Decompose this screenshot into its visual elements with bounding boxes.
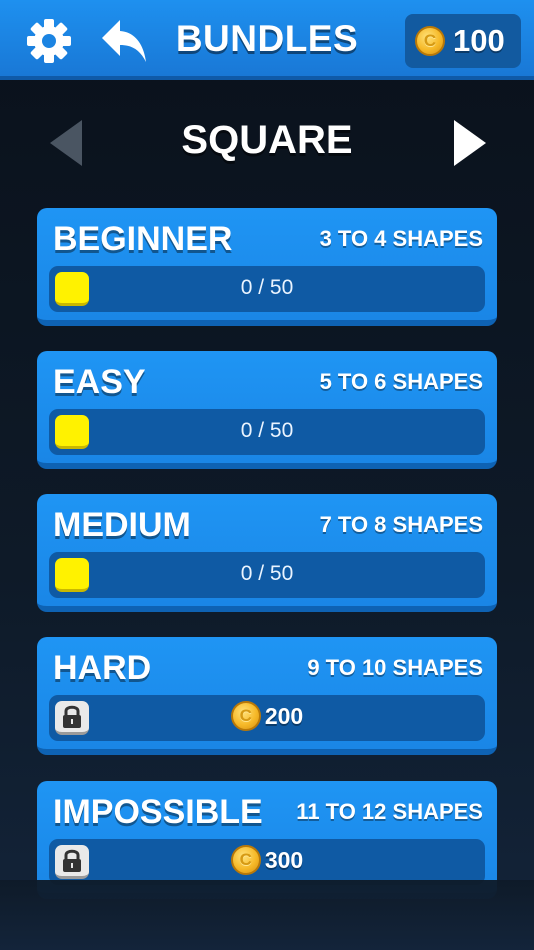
coin-icon: C <box>230 845 261 875</box>
progress-bar: 0 / 50 <box>49 552 485 598</box>
bundle-name: IMPOSSIBLE <box>53 793 263 831</box>
unlock-price: C 200 <box>49 701 485 731</box>
bundle-name: MEDIUM <box>53 506 191 544</box>
page-title: BUNDLES <box>175 18 359 59</box>
unlock-price: C 300 <box>49 845 485 875</box>
top-bar: BUNDLES C 100 <box>0 0 534 80</box>
progress-text: 0 / 50 <box>240 562 294 585</box>
chevron-right-icon[interactable] <box>450 118 490 168</box>
progress-text: 0 / 50 <box>240 419 294 442</box>
unlock-bar[interactable]: C 200 <box>49 695 485 741</box>
bundle-shapes: 11 TO 12 SHAPES <box>296 799 483 824</box>
coin-icon: C <box>230 701 261 731</box>
coin-icon: C <box>415 26 445 56</box>
bundle-name: BEGINNER <box>53 220 233 258</box>
progress-bar: 0 / 50 <box>49 409 485 455</box>
progress-text: 0 / 50 <box>240 276 294 299</box>
bundle-card-easy[interactable]: EASY 5 TO 6 SHAPES 0 / 50 <box>37 351 497 469</box>
category-title: SQUARE <box>181 118 353 162</box>
bundle-card-medium[interactable]: MEDIUM 7 TO 8 SHAPES 0 / 50 <box>37 494 497 612</box>
bundle-card-hard[interactable]: HARD 9 TO 10 SHAPES C 200 <box>37 637 497 755</box>
coin-amount: 100 <box>453 23 505 58</box>
bundle-shapes: 7 TO 8 SHAPES <box>319 512 483 537</box>
bundle-name: HARD <box>53 649 152 687</box>
bundle-card-beginner[interactable]: BEGINNER 3 TO 4 SHAPES 0 / 50 <box>37 208 497 326</box>
bundle-shapes: 9 TO 10 SHAPES <box>307 655 483 680</box>
price-amount: 200 <box>264 702 304 729</box>
coin-balance: C 100 <box>405 14 521 68</box>
bundle-shapes: 3 TO 4 SHAPES <box>319 226 483 251</box>
gear-icon[interactable] <box>24 16 74 66</box>
unlock-bar[interactable]: C 300 <box>49 839 485 885</box>
bottom-fade <box>0 880 534 950</box>
progress-bar: 0 / 50 <box>49 266 485 312</box>
bundle-shapes: 5 TO 6 SHAPES <box>319 369 483 394</box>
chevron-left-icon[interactable] <box>46 118 86 168</box>
back-arrow-icon[interactable] <box>98 16 150 66</box>
bundle-name: EASY <box>53 363 146 401</box>
price-amount: 300 <box>264 846 304 873</box>
